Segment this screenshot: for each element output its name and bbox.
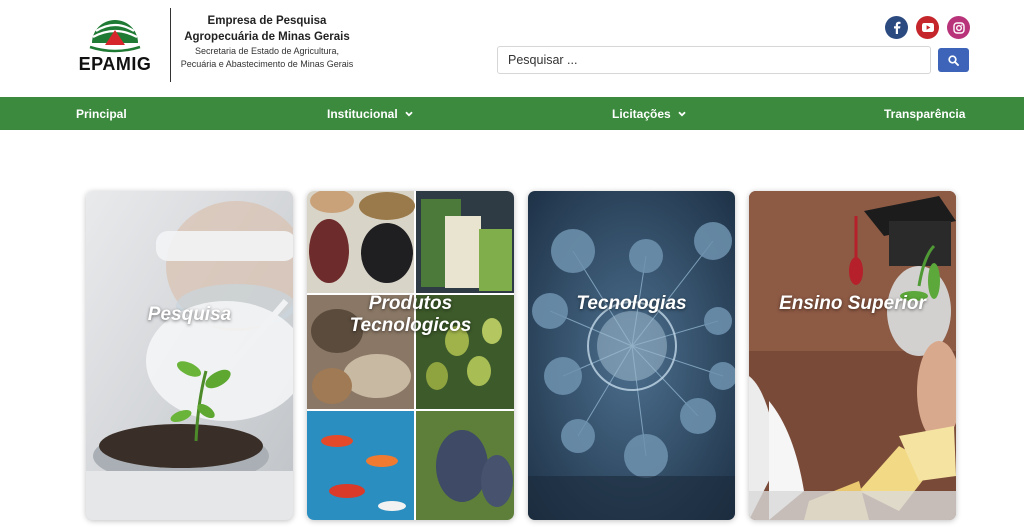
card-title-line2: Tecnologicos — [349, 315, 472, 336]
instagram-icon — [952, 21, 965, 34]
nav-item-transparencia[interactable]: Transparência — [884, 97, 965, 130]
facebook-link[interactable] — [885, 16, 908, 39]
organization-name: Empresa de Pesquisa Agropecuária de Mina… — [174, 13, 360, 71]
nav-item-label: Licitações — [612, 106, 671, 121]
card-pesquisa[interactable]: Pesquisa — [86, 191, 293, 520]
agri-technology-image — [528, 191, 735, 520]
logo-emblem-icon — [89, 20, 141, 53]
card-produtos-tecnologicos[interactable]: Produtos Tecnologicos — [307, 191, 514, 520]
org-name-line1: Empresa de Pesquisa — [207, 15, 327, 27]
nav-item-licitacoes[interactable]: Licitações — [612, 97, 686, 130]
search-icon — [948, 54, 959, 66]
nav-item-institucional[interactable]: Institucional — [327, 97, 413, 130]
nav-item-label: Principal — [76, 106, 127, 121]
site-header: EPAMIG Empresa de Pesquisa Agropecuária … — [0, 0, 1024, 97]
card-title: Pesquisa — [147, 304, 232, 325]
search-input[interactable] — [497, 46, 931, 74]
main-navigation: Principal Institucional Licitações Trans… — [0, 97, 1024, 130]
research-scientist-image — [86, 191, 293, 520]
chevron-down-icon — [405, 111, 413, 116]
chevron-down-icon — [678, 111, 686, 116]
logo-text: EPAMIG — [78, 54, 152, 74]
nav-item-label: Transparência — [884, 106, 966, 121]
card-title-line1: Produtos — [368, 293, 453, 314]
card-title: Tecnologias — [576, 293, 687, 314]
facebook-icon — [894, 21, 901, 34]
card-title: Ensino Superior — [779, 293, 926, 314]
higher-education-image — [749, 191, 956, 520]
nav-item-label: Institucional — [327, 106, 398, 121]
epamig-logo[interactable]: EPAMIG — [74, 17, 156, 75]
youtube-icon — [921, 23, 934, 32]
youtube-link[interactable] — [916, 16, 939, 39]
org-name-line2: Agropecuária de Minas Gerais — [184, 31, 350, 43]
card-ensino-superior[interactable]: Ensino Superior — [749, 191, 956, 520]
instagram-link[interactable] — [947, 16, 970, 39]
nav-item-principal[interactable]: Principal — [76, 97, 127, 130]
search-button[interactable] — [938, 48, 969, 72]
products-collage-image — [307, 191, 514, 520]
org-secretary-line1: Secretaria de Estado de Agricultura, — [194, 46, 340, 56]
header-divider — [170, 8, 171, 82]
card-tecnologias[interactable]: Tecnologias — [528, 191, 735, 520]
org-secretary-line2: Pecuária e Abastecimento de Minas Gerais — [180, 59, 354, 69]
